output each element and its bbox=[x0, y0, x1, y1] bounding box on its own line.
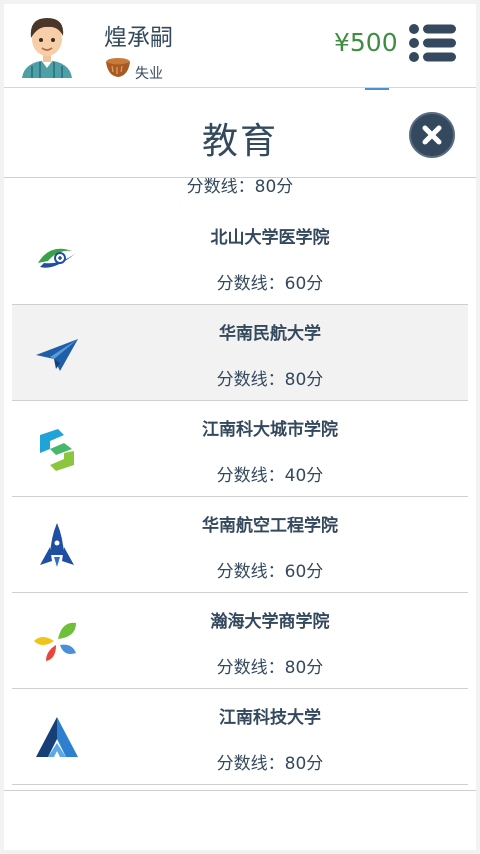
school-score: 分数线：60分 bbox=[216, 562, 324, 582]
list-item[interactable]: 江南科大城市学院 分数线：40分 bbox=[12, 401, 468, 497]
bowl-icon bbox=[106, 58, 130, 77]
school-score: 分数线：40分 bbox=[216, 466, 324, 486]
school-score: 分数线：80分 bbox=[216, 658, 324, 678]
menu-list-icon[interactable] bbox=[408, 24, 456, 62]
close-button[interactable] bbox=[409, 112, 455, 158]
school-name: 华南航空工程学院 bbox=[202, 516, 338, 536]
employment-status: 失业 bbox=[135, 66, 163, 82]
game-screen: 煌承嗣 失业 ¥500 教育 分数线：80分 北山大学医学院 分数线：60分 华… bbox=[4, 4, 476, 850]
money-balance: ¥500 bbox=[334, 28, 398, 57]
list-item[interactable]: 瀚海大学商学院 分数线：80分 bbox=[12, 593, 468, 689]
player-header: 煌承嗣 失业 ¥500 bbox=[4, 4, 476, 88]
school-name: 瀚海大学商学院 bbox=[210, 612, 330, 632]
school-list[interactable]: 分数线：80分 北山大学医学院 分数线：60分 华南民航大学 分数线：80分 江… bbox=[12, 178, 468, 790]
list-item[interactable]: 华南航空工程学院 分数线：60分 bbox=[12, 497, 468, 593]
school-name: 江南科技大学 bbox=[219, 708, 321, 728]
list-item[interactable]: 华南民航大学 分数线：80分 bbox=[12, 305, 468, 401]
list-item[interactable]: 江南科技大学 分数线：80分 bbox=[12, 689, 468, 785]
school-score: 分数线：60分 bbox=[216, 274, 324, 294]
school-score: 分数线：80分 bbox=[216, 754, 324, 774]
school-name: 华南民航大学 bbox=[219, 324, 321, 344]
close-icon bbox=[422, 125, 442, 145]
dialog-header: 教育 bbox=[4, 90, 476, 178]
school-name: 北山大学医学院 bbox=[210, 228, 330, 248]
player-name: 煌承嗣 bbox=[104, 25, 173, 51]
list-item[interactable]: 北山大学医学院 分数线：60分 bbox=[12, 209, 468, 305]
list-item[interactable]: 分数线：80分 bbox=[12, 178, 468, 210]
school-score: 分数线：80分 bbox=[216, 370, 324, 390]
school-name: 江南科大城市学院 bbox=[202, 420, 338, 440]
avatar-icon[interactable] bbox=[18, 12, 76, 78]
divider bbox=[4, 790, 476, 791]
school-score: 分数线：80分 bbox=[186, 178, 294, 197]
dialog-title: 教育 bbox=[201, 121, 278, 162]
